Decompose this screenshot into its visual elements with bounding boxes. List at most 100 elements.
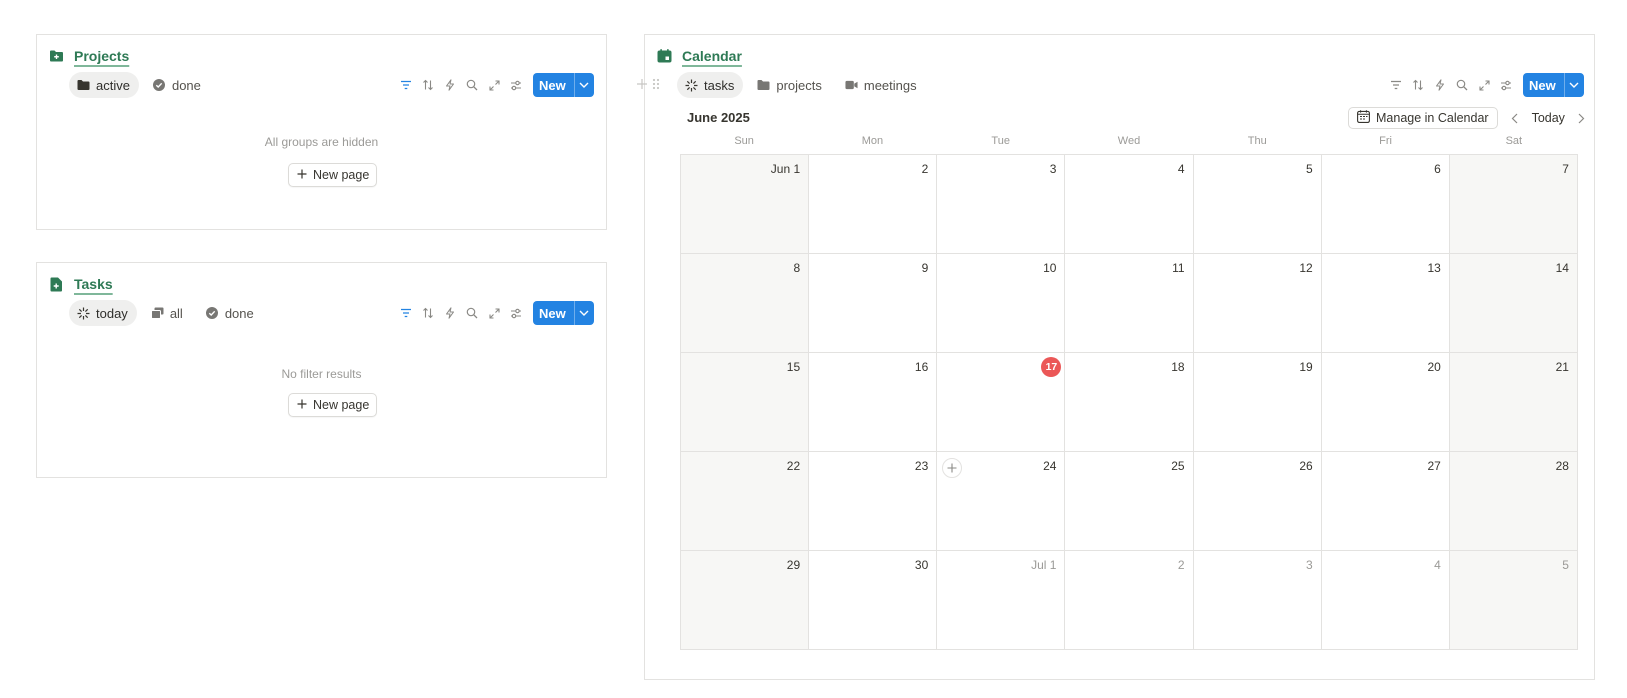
calendar-day-cell[interactable]: 28 (1449, 452, 1578, 550)
calendar-day-cell[interactable]: 24 (937, 452, 1066, 550)
new-button-label[interactable]: New (1523, 73, 1564, 97)
expand-icon[interactable] (483, 74, 505, 96)
settings-sliders-icon[interactable] (505, 302, 527, 324)
tab-done[interactable]: done (145, 72, 210, 98)
calendar-day-cell[interactable]: 11 (1065, 254, 1194, 352)
filter-icon[interactable] (395, 302, 417, 324)
search-icon[interactable] (1451, 74, 1473, 96)
calendar-day-cell[interactable]: 13 (1322, 254, 1450, 352)
drag-handle-icon[interactable] (652, 77, 660, 95)
month-label: June 2025 (687, 110, 750, 125)
tab-today[interactable]: today (69, 300, 137, 326)
tab-projects[interactable]: projects (749, 72, 831, 98)
calendar-day-cell[interactable]: 27 (1322, 452, 1450, 550)
new-button-label[interactable]: New (533, 301, 574, 325)
chevron-down-icon[interactable] (1563, 73, 1584, 97)
calendar-icon (656, 48, 672, 64)
tab-all[interactable]: all (143, 300, 192, 326)
chevron-right-icon[interactable] (1575, 111, 1589, 125)
calendar-day-cell[interactable]: 10 (937, 254, 1066, 352)
calendar-day-cell[interactable]: Jul 1 (937, 551, 1066, 649)
settings-sliders-icon[interactable] (505, 74, 527, 96)
calendar-day-cell[interactable]: 16 (809, 353, 938, 451)
sort-icon[interactable] (417, 74, 439, 96)
calendar-day-cell[interactable]: 20 (1322, 353, 1450, 451)
calendar-day-cell[interactable]: 5 (1194, 155, 1322, 253)
calendar-header: Calendar (656, 48, 742, 64)
filter-icon[interactable] (395, 74, 417, 96)
tab-tasks[interactable]: tasks (677, 72, 744, 98)
tab-done[interactable]: done (198, 300, 263, 326)
calendar-day-cell[interactable]: 3 (1194, 551, 1322, 649)
calendar-day-cell[interactable]: 15 (681, 353, 810, 451)
chevron-left-icon[interactable] (1508, 111, 1522, 125)
calendar-day-cell[interactable]: 2 (809, 155, 938, 253)
settings-sliders-icon[interactable] (1495, 74, 1517, 96)
calendar-day-cell[interactable]: 5 (1449, 551, 1578, 649)
calendar-day-cell[interactable]: 25 (1065, 452, 1194, 550)
today-button[interactable]: Today (1532, 111, 1565, 125)
calendar-day-cell[interactable]: 29 (681, 551, 810, 649)
filter-icon[interactable] (1385, 74, 1407, 96)
search-icon[interactable] (461, 74, 483, 96)
calendar-day-cell[interactable]: 2 (1065, 551, 1194, 649)
day-number: 19 (1299, 360, 1313, 374)
automation-bolt-icon[interactable] (439, 302, 461, 324)
day-number: 2 (921, 162, 929, 176)
calendar-day-cell[interactable]: Jun 1 (681, 155, 810, 253)
calendar-day-cell[interactable]: 4 (1065, 155, 1194, 253)
day-number: 30 (914, 558, 929, 572)
new-page-button[interactable]: New page (288, 393, 378, 417)
empty-message: No filter results (281, 367, 362, 381)
new-button[interactable]: New (1523, 73, 1584, 97)
new-button[interactable]: New (533, 73, 594, 97)
calendar-day-cell[interactable]: 3 (937, 155, 1066, 253)
add-event-plus-icon[interactable] (942, 458, 963, 478)
chevron-down-icon[interactable] (573, 301, 594, 325)
automation-bolt-icon[interactable] (1429, 74, 1451, 96)
calendar-week-row: Jun 1 2 3 4 5 6 7 (681, 155, 1578, 254)
new-page-button[interactable]: New page (288, 163, 378, 187)
projects-title[interactable]: Projects (74, 48, 129, 64)
day-number: 14 (1555, 261, 1569, 275)
calendar-day-cell[interactable]: 22 (681, 452, 810, 550)
new-button-label[interactable]: New (533, 73, 574, 97)
tab-meetings[interactable]: meetings (837, 72, 926, 98)
sort-icon[interactable] (1407, 74, 1429, 96)
calendar-day-cell[interactable]: 30 (809, 551, 938, 649)
calendar-day-cell[interactable]: 19 (1194, 353, 1322, 451)
calendar-day-cell[interactable]: 4 (1322, 551, 1450, 649)
automation-bolt-icon[interactable] (439, 74, 461, 96)
calendar-day-cell[interactable]: 14 (1449, 254, 1578, 352)
projects-views: active done (69, 72, 210, 98)
calendar-day-cell[interactable]: 23 (809, 452, 938, 550)
day-number: 22 (786, 459, 801, 473)
expand-icon[interactable] (483, 302, 505, 324)
calendar-day-cell[interactable]: 26 (1194, 452, 1322, 550)
day-number: 3 (1306, 558, 1313, 572)
expand-icon[interactable] (1473, 74, 1495, 96)
calendar-week-row: 29 30 Jul 1 2 3 4 5 (681, 551, 1578, 650)
chevron-down-icon[interactable] (573, 73, 594, 97)
new-button[interactable]: New (533, 301, 594, 325)
calendar-day-cell[interactable]: 12 (1194, 254, 1322, 352)
calendar-day-cell[interactable]: 6 (1322, 155, 1450, 253)
calendar-day-cell[interactable]: 8 (681, 254, 810, 352)
search-icon[interactable] (461, 302, 483, 324)
calendar-day-cell[interactable]: 18 (1065, 353, 1194, 451)
day-number: 16 (914, 360, 929, 374)
calendar-title[interactable]: Calendar (682, 48, 742, 64)
tasks-title[interactable]: Tasks (74, 276, 113, 292)
add-block-icon[interactable] (636, 77, 648, 95)
day-number: 13 (1427, 261, 1441, 275)
manage-in-calendar-button[interactable]: Manage in Calendar (1348, 107, 1498, 129)
calendar-day-cell[interactable]: 17 (937, 353, 1066, 451)
sort-icon[interactable] (417, 302, 439, 324)
tab-label: tasks (704, 77, 735, 93)
tab-active[interactable]: active (69, 72, 139, 98)
day-number: 18 (1171, 360, 1185, 374)
empty-message: All groups are hidden (264, 135, 379, 149)
calendar-day-cell[interactable]: 9 (809, 254, 938, 352)
calendar-day-cell[interactable]: 7 (1449, 155, 1578, 253)
calendar-day-cell[interactable]: 21 (1449, 353, 1578, 451)
